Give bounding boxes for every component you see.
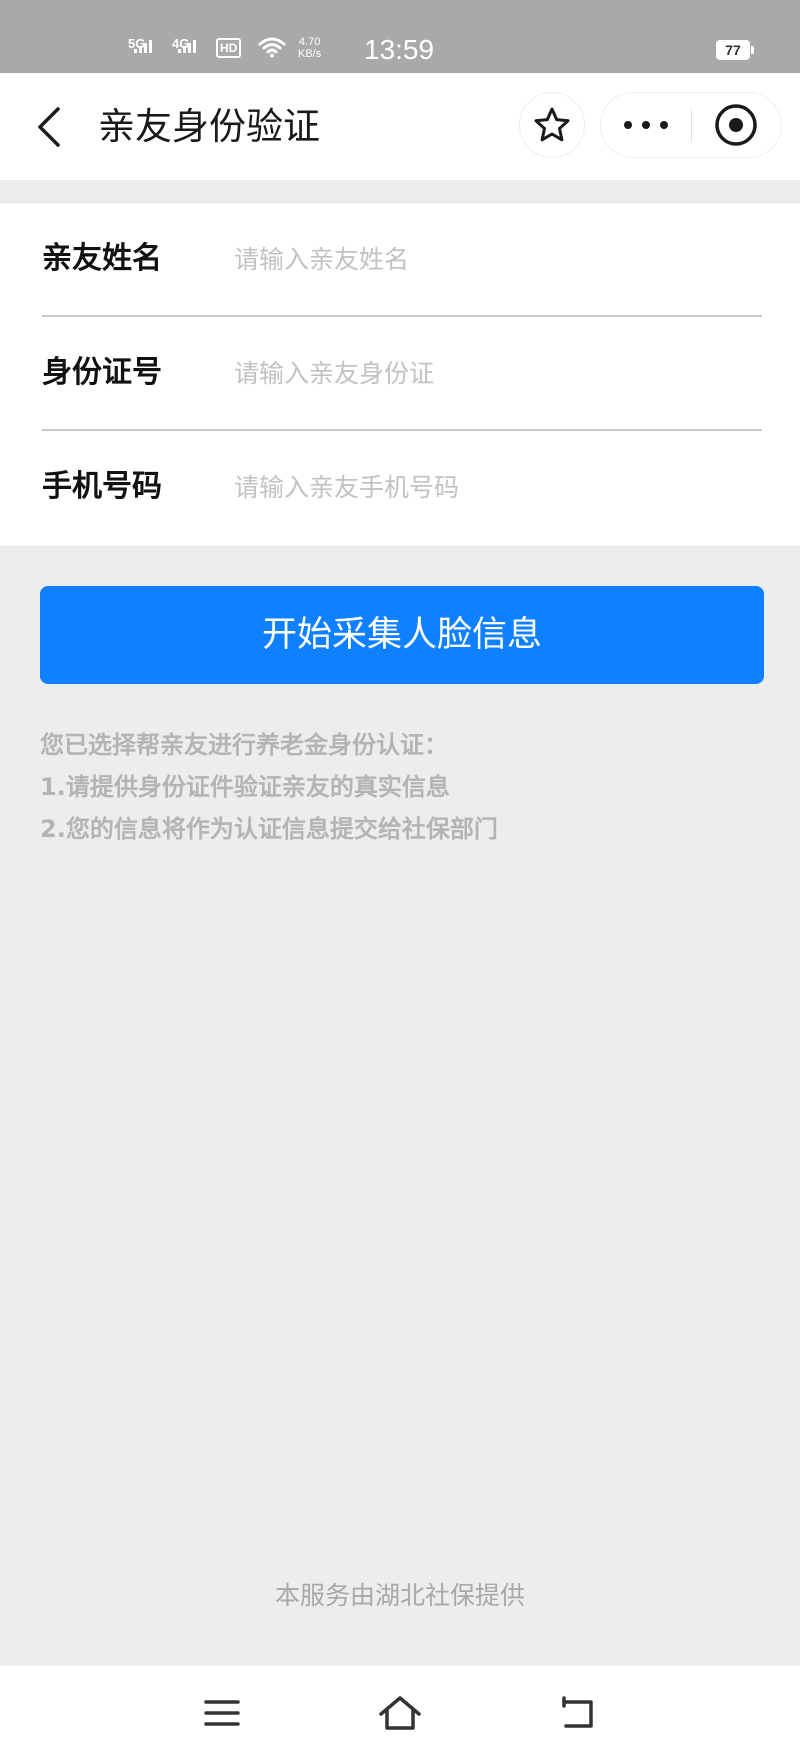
phone-field-label: 手机号码	[42, 469, 162, 504]
page-title: 亲友身份验证	[98, 105, 320, 148]
target-circle-icon	[715, 104, 757, 146]
menu-button[interactable]	[192, 1688, 252, 1738]
id-number-field-label: 身份证号	[42, 355, 162, 390]
back-arrow-icon	[562, 1696, 593, 1728]
back-button[interactable]	[30, 103, 70, 151]
network-speed-value: 4.70	[298, 36, 321, 48]
wifi-icon	[258, 36, 286, 62]
note-line-1: 1.请提供身份证件验证亲友的真实信息	[40, 773, 450, 801]
star-icon	[534, 107, 570, 142]
network-speed-unit: KB/s	[298, 48, 322, 60]
back-gesture-button[interactable]	[548, 1688, 608, 1738]
status-bar: 5G 4G HD 4.70 KB/s 13:59 77	[0, 0, 800, 73]
network-speed: 4.70 KB/s	[298, 36, 321, 60]
more-options-button[interactable]	[601, 93, 691, 157]
clock-time: 13:59	[364, 34, 435, 65]
navigation-bar: 亲友身份验证	[0, 73, 800, 180]
form-row-name: 亲友姓名	[42, 202, 762, 316]
menu-lines-icon	[204, 1700, 240, 1726]
system-navigation-bar	[0, 1666, 800, 1760]
chevron-left-icon	[38, 107, 60, 147]
note-line-intro: 您已选择帮亲友进行养老金身份认证：	[40, 731, 448, 759]
name-field-label: 亲友姓名	[42, 241, 162, 276]
note-line-2: 2.您的信息将作为认证信息提交给社保部门	[40, 815, 498, 843]
home-icon	[379, 1696, 421, 1730]
battery-icon: 77	[716, 40, 754, 60]
favorite-button[interactable]	[520, 93, 584, 157]
close-mini-program-button[interactable]	[691, 93, 781, 157]
start-face-capture-button[interactable]: 开始采集人脸信息	[40, 586, 764, 684]
signal-bars-2-icon	[178, 40, 196, 53]
mini-program-capsule	[601, 93, 781, 157]
hd-badge: HD	[216, 38, 242, 58]
more-dots-icon	[619, 121, 673, 129]
instruction-notes: 您已选择帮亲友进行养老金身份认证： 1.请提供身份证件验证亲友的真实信息 2.您…	[40, 724, 760, 850]
form-row-phone: 手机号码	[42, 430, 762, 544]
home-button[interactable]	[370, 1688, 430, 1738]
phone-number-input[interactable]	[234, 462, 754, 512]
signal-bars-1-icon	[134, 40, 152, 53]
service-provider-text: 本服务由湖北社保提供	[274, 1581, 525, 1610]
id-number-input[interactable]	[234, 348, 754, 398]
form-row-id: 身份证号	[42, 316, 762, 430]
relative-name-input[interactable]	[234, 234, 754, 284]
